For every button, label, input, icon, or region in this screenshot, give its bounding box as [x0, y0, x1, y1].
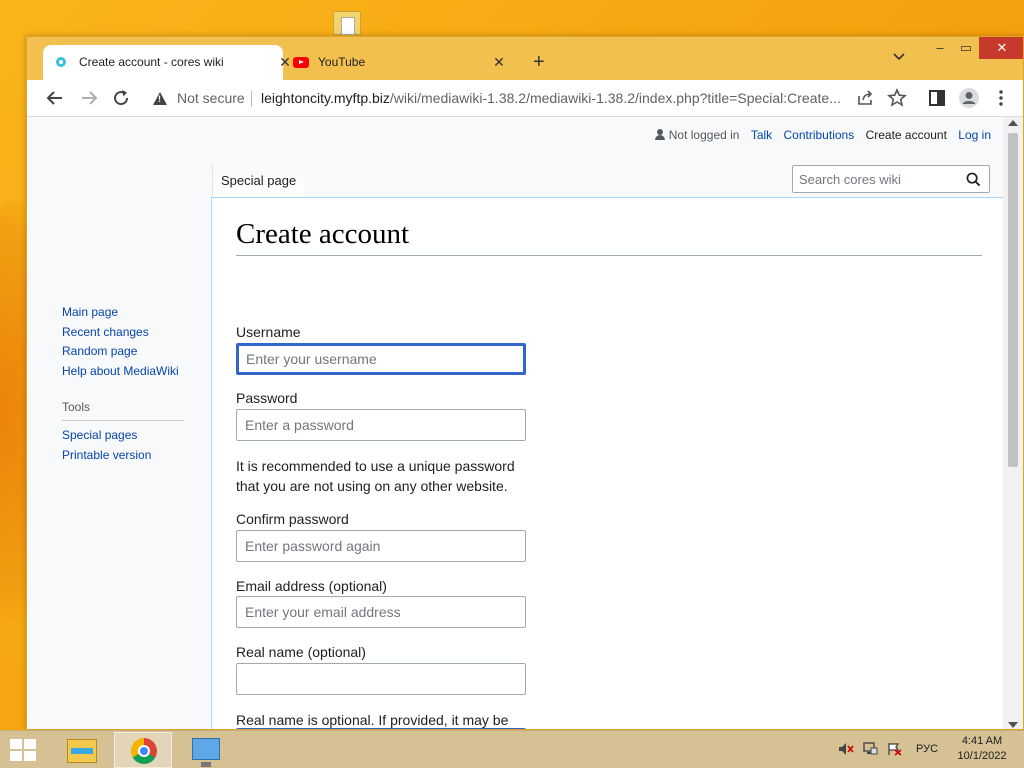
youtube-favicon-icon	[293, 57, 309, 68]
back-icon[interactable]	[43, 86, 67, 110]
sidebar: Main page Recent changes Random page Hel…	[62, 303, 212, 465]
maximize-button[interactable]: ▭	[951, 37, 981, 59]
username-field[interactable]	[236, 343, 526, 375]
real-name-help-text: Real name is optional. If provided, it m…	[236, 712, 509, 728]
clock-date: 10/1/2022	[957, 750, 1007, 762]
password-field[interactable]	[236, 409, 526, 441]
taskbar: РУС 4:41 AM 10/1/2022	[0, 730, 1024, 768]
tab-strip: Create account - cores wiki ✕ YouTube ✕ …	[27, 37, 1023, 80]
network-icon[interactable]	[862, 742, 878, 756]
clock-time: 4:41 AM	[961, 735, 1003, 747]
sidebar-item-random-page[interactable]: Random page	[62, 342, 212, 362]
contributions-link[interactable]: Contributions	[784, 128, 855, 142]
email-field[interactable]	[236, 596, 526, 628]
tab-create-account[interactable]: Create account - cores wiki ✕	[43, 45, 291, 80]
taskbar-chrome[interactable]	[114, 732, 172, 768]
file-explorer-icon	[67, 739, 97, 763]
action-center-flag-icon[interactable]	[886, 742, 902, 756]
security-status[interactable]: Not secure	[177, 90, 245, 106]
omnibox-divider	[251, 91, 252, 107]
profile-avatar-icon[interactable]	[957, 86, 981, 110]
sidebar-tools-heading: Tools	[62, 399, 184, 421]
sidebar-item-recent-changes[interactable]: Recent changes	[62, 323, 212, 343]
real-name-label: Real name (optional)	[236, 644, 366, 660]
create-account-link[interactable]: Create account	[866, 128, 947, 142]
side-panel-icon[interactable]	[925, 86, 949, 110]
remote-desktop-icon	[192, 738, 220, 767]
search-input[interactable]	[793, 166, 963, 192]
tab-title: Create account - cores wiki	[79, 55, 224, 69]
scroll-down-arrow-icon[interactable]	[1008, 722, 1018, 728]
log-in-link[interactable]: Log in	[958, 128, 991, 142]
password-help-text: It is recommended to use a unique passwo…	[236, 458, 515, 494]
username-label: Username	[236, 324, 301, 340]
scrollbar-thumb[interactable]	[1008, 133, 1018, 467]
taskbar-remote-desktop[interactable]	[176, 732, 234, 768]
tab-youtube[interactable]: YouTube ✕	[285, 45, 521, 80]
email-label: Email address (optional)	[236, 578, 387, 594]
browser-window: Create account - cores wiki ✕ YouTube ✕ …	[26, 36, 1024, 730]
personal-tools: Not logged in Talk Contributions Create …	[647, 128, 991, 142]
sidebar-item-special-pages[interactable]: Special pages	[62, 426, 212, 446]
confirm-password-field[interactable]	[236, 530, 526, 562]
forward-icon[interactable]	[77, 86, 101, 110]
language-indicator[interactable]: РУС	[916, 743, 938, 755]
user-icon	[654, 129, 665, 140]
confirm-password-label: Confirm password	[236, 511, 349, 527]
address-bar[interactable]: Not secure leightoncity.myftp.biz/wiki/m…	[143, 84, 867, 113]
tab-special-page[interactable]: Special page	[212, 164, 305, 197]
sidebar-item-printable-version[interactable]: Printable version	[62, 446, 212, 466]
share-icon[interactable]	[853, 86, 877, 110]
wiki-favicon-icon	[56, 57, 66, 67]
sidebar-item-help[interactable]: Help about MediaWiki	[62, 362, 212, 382]
menu-kebab-icon[interactable]	[989, 86, 1013, 110]
window-close-button[interactable]: ✕	[979, 37, 1023, 59]
password-label: Password	[236, 390, 298, 406]
taskbar-file-explorer[interactable]	[52, 732, 110, 768]
tab-title: YouTube	[318, 55, 366, 69]
not-logged-in-text: Not logged in	[668, 128, 740, 142]
url-text[interactable]: leightoncity.myftp.biz/wiki/mediawiki-1.…	[261, 90, 841, 106]
reload-icon[interactable]	[109, 86, 133, 110]
page-title: Create account	[236, 218, 410, 250]
search-icon[interactable]	[966, 172, 981, 187]
tab-search-chevron-icon[interactable]	[893, 53, 905, 61]
page-scrollbar[interactable]	[1003, 117, 1023, 729]
start-windows-icon[interactable]	[10, 739, 38, 761]
sidebar-item-main-page[interactable]: Main page	[62, 303, 212, 323]
bookmark-star-icon[interactable]	[885, 86, 909, 110]
close-tab-icon[interactable]: ✕	[491, 54, 507, 70]
desktop-folder-icon[interactable]	[331, 7, 365, 37]
wiki-search	[792, 165, 990, 193]
clock[interactable]: 4:41 AM 10/1/2022	[952, 734, 1012, 764]
main-content: Create account Username Password It is r…	[211, 197, 1005, 729]
real-name-field[interactable]	[236, 663, 526, 695]
browser-toolbar: Not secure leightoncity.myftp.biz/wiki/m…	[27, 80, 1023, 117]
web-page: Not logged in Talk Contributions Create …	[27, 117, 1005, 729]
chrome-icon	[131, 738, 157, 764]
new-tab-button[interactable]: +	[533, 52, 545, 72]
scroll-up-arrow-icon[interactable]	[1008, 120, 1018, 126]
title-divider	[236, 255, 982, 256]
volume-muted-icon[interactable]	[838, 742, 854, 756]
talk-link[interactable]: Talk	[751, 128, 772, 142]
not-secure-warning-icon[interactable]	[153, 92, 167, 105]
